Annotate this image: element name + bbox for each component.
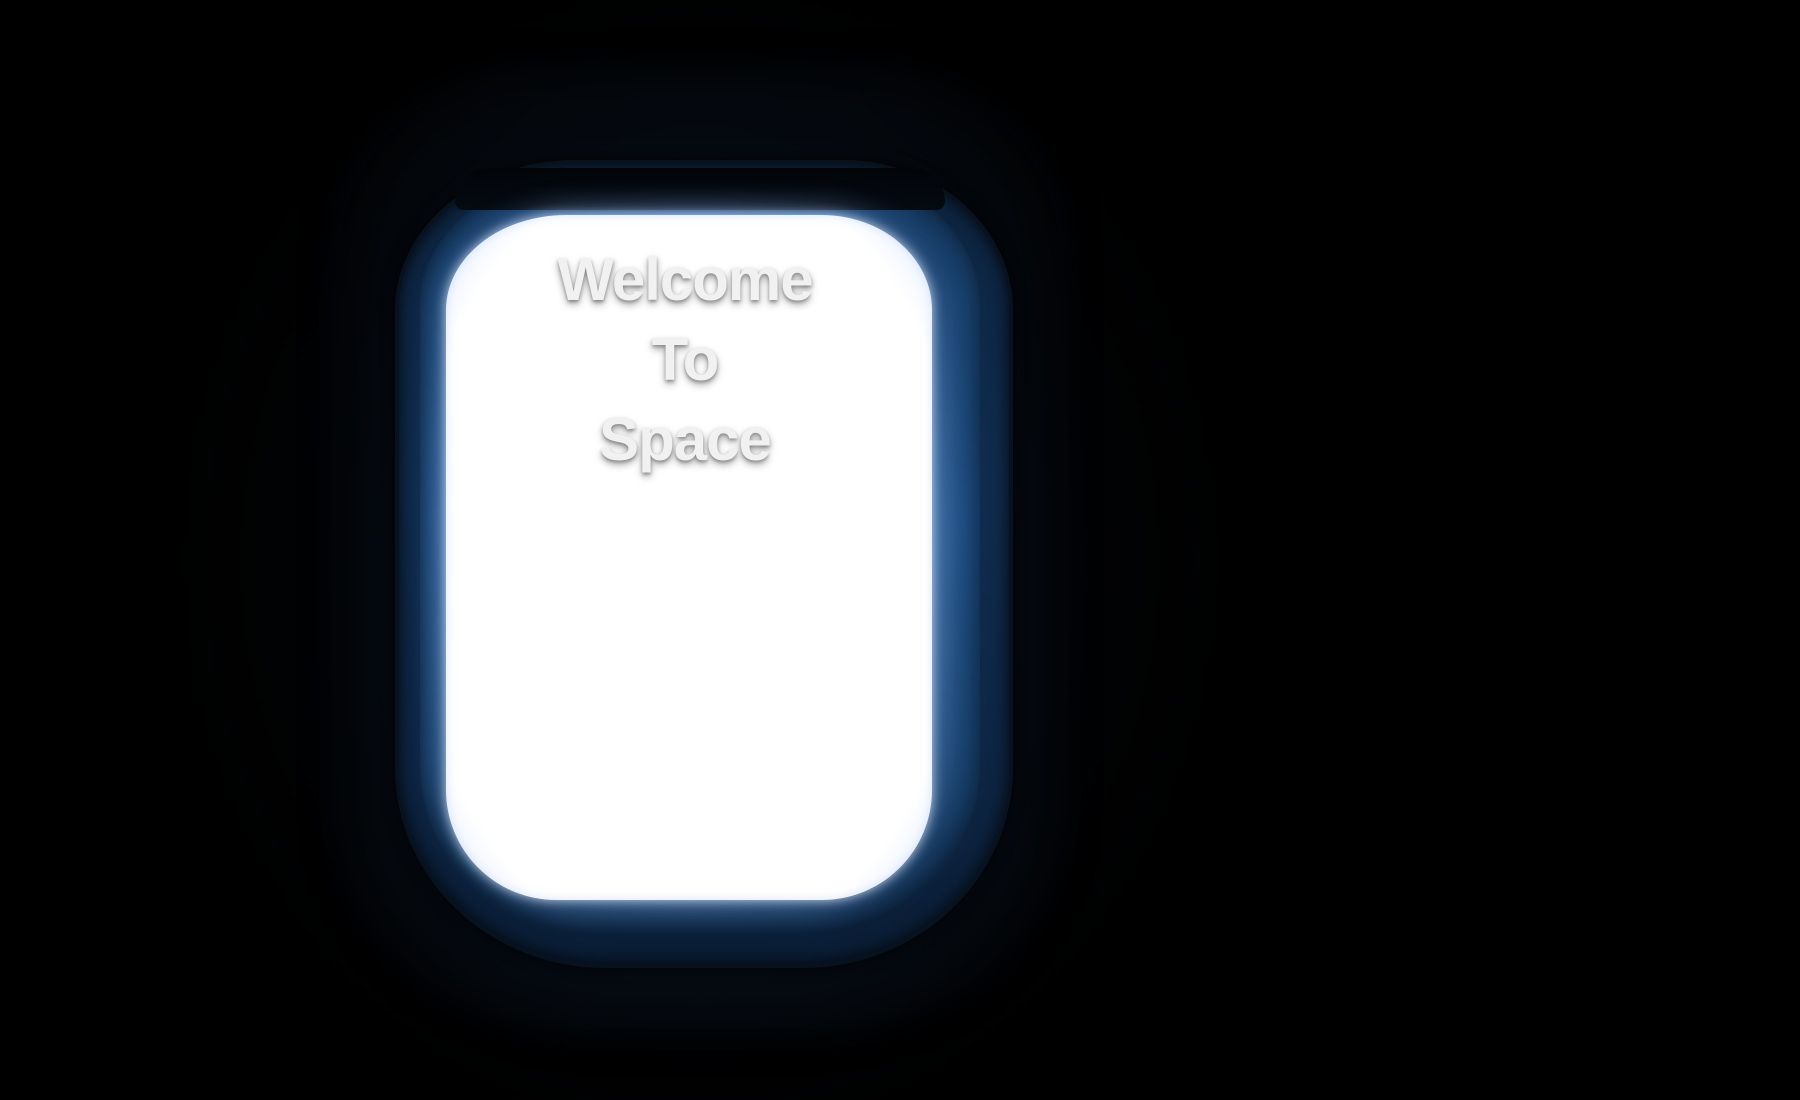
- welcome-headline: Welcome To Space: [505, 240, 865, 480]
- headline-line-3: Space: [599, 406, 772, 473]
- headline-line-2: To: [651, 326, 720, 393]
- headline-line-1: Welcome: [557, 246, 813, 313]
- background-scene: Welcome To Space: [0, 0, 1800, 1100]
